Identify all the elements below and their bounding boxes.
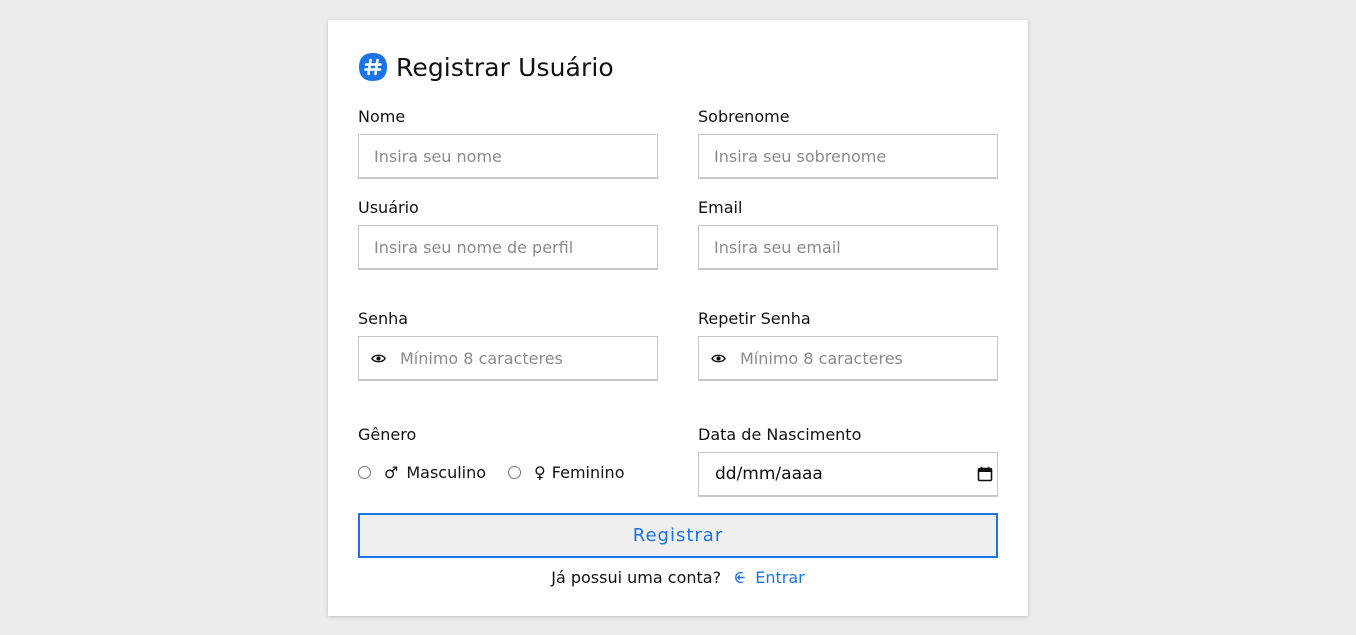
sobrenome-label: Sobrenome — [698, 107, 790, 126]
usuario-placeholder: Insira seu nome de perfil — [374, 237, 574, 257]
usuario-label: Usuário — [358, 198, 419, 217]
hashtag-icon — [359, 53, 387, 81]
register-button-label: Registrar — [632, 525, 724, 546]
repetir-senha-placeholder: Mínimo 8 caracteres — [740, 348, 903, 368]
sobrenome-input[interactable]: Insira seu sobrenome — [698, 134, 998, 179]
nome-label: Nome — [358, 107, 406, 126]
masculino-label[interactable]: Masculino — [406, 463, 486, 482]
page-title: Registrar Usuário — [396, 52, 614, 82]
register-card: Registrar Usuário Nome Insira seu nome S… — [328, 20, 1028, 616]
genero-options: ♂ Masculino ♀ Feminino — [358, 463, 624, 482]
sobrenome-placeholder: Insira seu sobrenome — [714, 146, 887, 166]
calendar-icon[interactable] — [977, 466, 993, 482]
genero-label: Gênero — [358, 425, 417, 444]
senha-placeholder: Mínimo 8 caracteres — [400, 348, 563, 368]
email-input[interactable]: Insira seu email — [698, 225, 998, 270]
footer: Já possui uma conta? Entrar — [328, 568, 1028, 587]
nome-placeholder: Insira seu nome — [374, 146, 502, 166]
header: Registrar Usuário — [358, 52, 614, 82]
eye-icon[interactable] — [711, 351, 726, 366]
eye-icon[interactable] — [371, 351, 386, 366]
email-label: Email — [698, 198, 743, 217]
footer-text: Já possui uma conta? — [551, 568, 722, 587]
senha-label: Senha — [358, 309, 409, 328]
login-link-label: Entrar — [755, 568, 805, 587]
register-button[interactable]: Registrar — [358, 513, 998, 558]
senha-input[interactable]: Mínimo 8 caracteres — [358, 336, 658, 381]
repetir-senha-input[interactable]: Mínimo 8 caracteres — [698, 336, 998, 381]
nascimento-date-input[interactable]: dd/mm/aaaa — [698, 452, 998, 497]
nome-input[interactable]: Insira seu nome — [358, 134, 658, 179]
usuario-input[interactable]: Insira seu nome de perfil — [358, 225, 658, 270]
male-icon: ♂ — [384, 463, 399, 482]
radio-masculino[interactable] — [358, 466, 371, 479]
email-placeholder: Insira seu email — [714, 237, 841, 257]
feminino-label[interactable]: Feminino — [552, 463, 625, 482]
login-arrow-icon — [735, 571, 745, 584]
radio-feminino[interactable] — [508, 466, 522, 479]
nascimento-label: Data de Nascimento — [698, 425, 862, 444]
date-value: dd/mm/aaaa — [715, 464, 823, 484]
female-icon: ♀ — [534, 463, 546, 482]
login-link[interactable]: Entrar — [734, 568, 805, 587]
repetir-senha-label: Repetir Senha — [698, 309, 811, 328]
